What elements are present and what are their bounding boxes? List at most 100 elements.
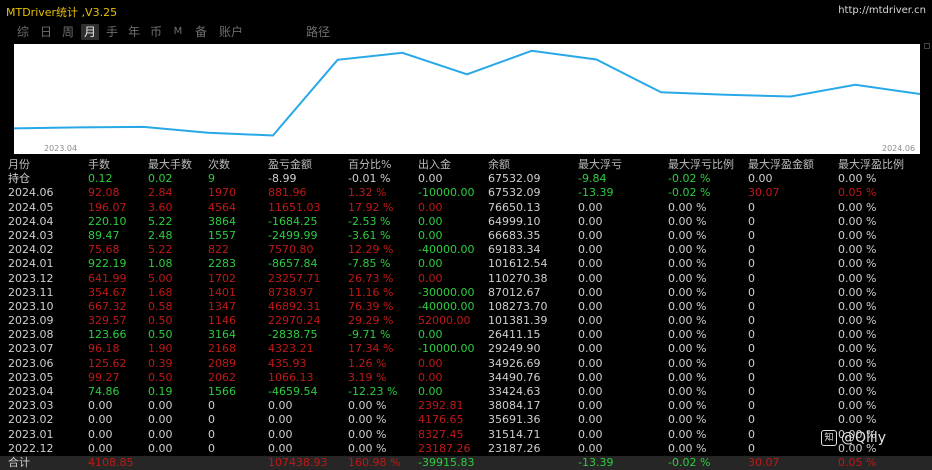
table-cell-最大浮盈金额: 0 bbox=[748, 413, 755, 427]
table-cell-百分比%: -3.61 % bbox=[348, 228, 391, 242]
table-cell-盈亏金额: -2499.99 bbox=[268, 228, 318, 242]
table-cell-余额: 87012.67 bbox=[488, 285, 541, 299]
table-row: 2024.02 75.68 5.22 822 7570.80 12.29 % -40000.… bbox=[0, 243, 932, 257]
table-cell-最大浮亏比例: 0.00 % bbox=[668, 243, 707, 257]
table-cell-最大手数: 2.84 bbox=[148, 186, 173, 200]
table-cell-盈亏金额: 0.00 bbox=[268, 441, 293, 455]
table-cell-百分比%: 0.00 % bbox=[348, 427, 387, 441]
table-cell-最大浮亏: 最大浮亏 bbox=[578, 158, 622, 171]
table-cell-最大浮盈比例: 0.00 % bbox=[838, 228, 877, 242]
table-cell-手数: 641.99 bbox=[88, 271, 127, 285]
website-link[interactable]: http://mtdriver.cn bbox=[838, 5, 926, 16]
table-row: 2023.11 354.67 1.68 1401 8738.97 11.16 % -3000… bbox=[0, 286, 932, 300]
table-cell-次数: 2283 bbox=[208, 257, 236, 271]
table-cell-最大手数: 最大手数 bbox=[148, 158, 192, 171]
tab-notes[interactable]: 备 bbox=[192, 24, 210, 40]
table-cell-盈亏金额: 22970.24 bbox=[268, 314, 321, 328]
tab-month[interactable]: 月 bbox=[81, 24, 99, 40]
table-cell-盈亏金额: -4659.54 bbox=[268, 385, 318, 398]
table-cell-出入金: 0.00 bbox=[418, 385, 443, 398]
table-cell-次数: 1970 bbox=[208, 186, 236, 200]
table-cell-最大浮盈金额: 0 bbox=[748, 385, 755, 398]
table-cell-百分比%: -0.01 % bbox=[348, 172, 391, 186]
table-cell-盈亏金额: 0.00 bbox=[268, 399, 293, 413]
tab-year[interactable]: 年 bbox=[125, 24, 143, 40]
table-cell-百分比%: 0.00 % bbox=[348, 413, 387, 427]
table-cell-余额: 108273.70 bbox=[488, 299, 548, 313]
table-cell-手数: 220.10 bbox=[88, 214, 127, 228]
table-cell-余额: 67532.09 bbox=[488, 186, 541, 200]
table-cell-最大浮盈比例: 0.00 % bbox=[838, 214, 877, 228]
table-cell-出入金: 0.00 bbox=[418, 370, 443, 384]
table-cell-月份: 2023.10 bbox=[8, 299, 54, 313]
table-cell-最大浮盈金额: 0 bbox=[748, 285, 755, 299]
tab-path[interactable]: 路径 bbox=[303, 24, 333, 40]
tab-lots[interactable]: 手 bbox=[103, 24, 121, 40]
table-cell-最大手数: 5.22 bbox=[148, 243, 173, 257]
table-cell-次数: 次数 bbox=[208, 158, 230, 171]
table-cell-次数: 3864 bbox=[208, 214, 236, 228]
table-cell-最大浮盈比例: 0.00 % bbox=[838, 271, 877, 285]
mtdriver-window: MTDriver统计 ,V3.25 http://mtdriver.cn 综 日… bbox=[0, 0, 932, 470]
resize-handle[interactable] bbox=[924, 43, 930, 49]
table-cell-次数: 822 bbox=[208, 243, 229, 257]
table-cell-出入金: 0.00 bbox=[418, 257, 443, 271]
table-cell-最大浮亏: 0.00 bbox=[578, 314, 603, 328]
table-cell-出入金: -30000.00 bbox=[418, 285, 475, 299]
table-cell-百分比%: 26.73 % bbox=[348, 271, 394, 285]
table-cell-余额: 余额 bbox=[488, 158, 510, 171]
table-cell-手数: 0.00 bbox=[88, 427, 113, 441]
table-cell-最大浮盈比例: 0.00 % bbox=[838, 328, 877, 342]
table-cell-手数: 354.67 bbox=[88, 285, 127, 299]
table-cell-手数: 74.86 bbox=[88, 385, 120, 398]
table-row: 2023.05 99.27 0.50 2062 1066.13 3.19 % 0.00 344… bbox=[0, 371, 932, 385]
table-cell-手数: 0.00 bbox=[88, 441, 113, 455]
table-cell-百分比%: -9.71 % bbox=[348, 328, 391, 342]
table-cell-余额: 26411.15 bbox=[488, 328, 541, 342]
table-cell-次数: 4564 bbox=[208, 200, 236, 214]
table-cell-最大浮亏比例: 0.00 % bbox=[668, 214, 707, 228]
tab-account[interactable]: 账户 bbox=[216, 24, 246, 40]
tab-m[interactable]: M bbox=[170, 24, 186, 40]
table-row: 2023.10 667.32 0.58 1347 46892.31 76.39 % -400… bbox=[0, 300, 932, 314]
table-cell-最大手数: 0.00 bbox=[148, 427, 173, 441]
table-row: 2023.02 0.00 0.00 0 0.00 0.00 % 4176.65 35691.3… bbox=[0, 413, 932, 427]
table-cell-出入金: 0.00 bbox=[418, 172, 443, 186]
tab-currency[interactable]: 币 bbox=[147, 24, 165, 40]
table-cell-最大浮盈金额: 0 bbox=[748, 271, 755, 285]
tab-day[interactable]: 日 bbox=[37, 24, 55, 40]
table-cell-最大浮亏: 0.00 bbox=[578, 271, 603, 285]
table-cell-百分比%: 0.00 % bbox=[348, 441, 387, 455]
table-cell-百分比%: 17.92 % bbox=[348, 200, 394, 214]
table-cell-最大浮盈比例: 0.00 % bbox=[838, 413, 877, 427]
table-cell-次数: 1566 bbox=[208, 385, 236, 398]
table-header-row: 月份 手数 最大手数 次数 盈亏金额 百分比% 出入金 余额 最大浮亏 最大浮亏比例 最大浮盈金额 最… bbox=[0, 158, 932, 172]
table-cell-最大浮亏比例: 0.00 % bbox=[668, 385, 707, 398]
table-cell-手数: 329.57 bbox=[88, 314, 127, 328]
table-cell-最大浮亏比例: 0.00 % bbox=[668, 228, 707, 242]
table-cell-月份: 月份 bbox=[8, 158, 30, 171]
table-cell-出入金: 0.00 bbox=[418, 214, 443, 228]
table-cell-余额: 34926.69 bbox=[488, 356, 541, 370]
table-cell-最大浮亏比例: 0.00 % bbox=[668, 342, 707, 356]
table-cell-最大浮亏比例: 0.00 % bbox=[668, 200, 707, 214]
tab-summary[interactable]: 综 bbox=[14, 24, 32, 40]
table-cell-出入金: 23187.26 bbox=[418, 441, 471, 455]
table-cell-月份: 2022.12 bbox=[8, 441, 54, 455]
table-cell-次数: 0 bbox=[208, 399, 215, 413]
table-cell-最大浮盈金额: 30.07 bbox=[748, 186, 780, 200]
table-cell-手数: 99.27 bbox=[88, 370, 120, 384]
table-cell-出入金: 8327.45 bbox=[418, 427, 464, 441]
table-row: 2022.12 0.00 0.00 0 0.00 0.00 % 23187.26 23187.… bbox=[0, 442, 932, 456]
table-cell-次数: 1347 bbox=[208, 299, 236, 313]
table-cell-最大手数: 0.50 bbox=[148, 314, 173, 328]
table-cell-出入金: 出入金 bbox=[418, 158, 451, 171]
table-cell-最大手数: 5.00 bbox=[148, 271, 173, 285]
table-cell-最大浮盈金额: 0 bbox=[748, 356, 755, 370]
tab-week[interactable]: 周 bbox=[59, 24, 77, 40]
table-cell-最大浮亏: 0.00 bbox=[578, 243, 603, 257]
table-cell-月份: 2024.02 bbox=[8, 243, 54, 257]
table-cell-次数: 0 bbox=[208, 427, 215, 441]
table-cell-最大浮亏比例: 0.00 % bbox=[668, 271, 707, 285]
watermark-text: @Qlily bbox=[841, 430, 886, 446]
